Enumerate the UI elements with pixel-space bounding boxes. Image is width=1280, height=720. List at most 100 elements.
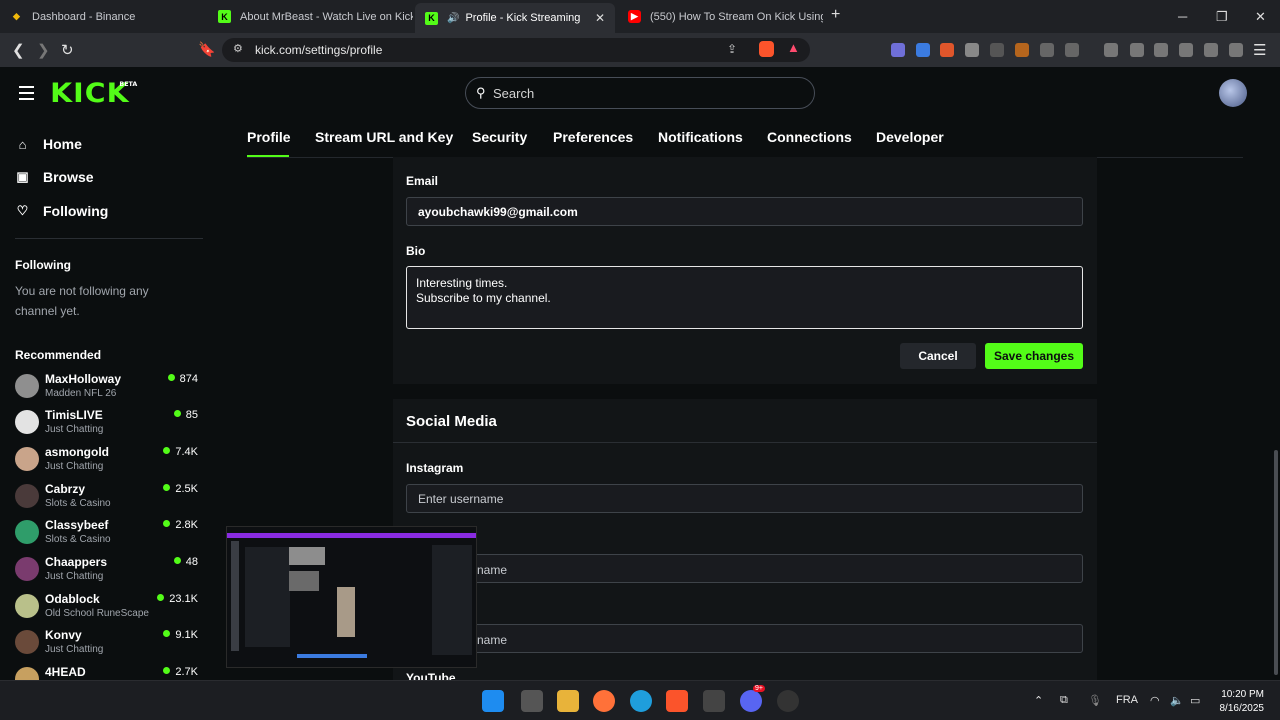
discord-icon[interactable]: 9+ — [740, 685, 765, 712]
extension-icon[interactable] — [940, 43, 954, 57]
viewer-count: 48 — [174, 556, 198, 568]
downloads-icon[interactable] — [1104, 43, 1118, 57]
save-changes-button[interactable]: Save changes — [985, 343, 1083, 369]
browser-tab-strip: ◆ Dashboard - Binance K About MrBeast - … — [0, 0, 1280, 33]
viewer-count: 85 — [174, 409, 198, 421]
cancel-button[interactable]: Cancel — [900, 343, 976, 369]
field-placeholder: name — [477, 633, 508, 647]
channel-name: Classybeef — [45, 518, 109, 532]
recommended-channel[interactable]: 4HEAD 2.7K — [15, 665, 203, 680]
tab-security[interactable]: Security — [472, 129, 527, 145]
microphone-icon[interactable]: 🎙 — [1088, 694, 1102, 707]
extensions-puzzle-icon[interactable] — [1040, 43, 1054, 57]
sidebar-icon[interactable] — [1154, 43, 1168, 57]
task-view-icon[interactable] — [521, 690, 543, 712]
channel-category: Just Chatting — [45, 644, 104, 655]
network-icon[interactable]: ⧉ — [1060, 694, 1068, 707]
extension-icon[interactable] — [1015, 43, 1029, 57]
tab-profile[interactable]: Profile — [247, 129, 291, 145]
volume-icon[interactable]: 🔈 — [1170, 694, 1184, 707]
recommended-channel[interactable]: Chaappers Just Chatting 48 — [15, 555, 203, 589]
menu-icon[interactable]: ☰ — [1253, 41, 1266, 59]
sidebar-item-following[interactable]: ♡ Following — [16, 203, 109, 219]
reload-icon[interactable]: ↻ — [61, 41, 74, 59]
channel-category: Old School RuneScape — [45, 608, 149, 619]
extension-icon[interactable] — [965, 43, 979, 57]
browser-toolbar: ❮ ❯ ↻ 🔖 ⚙ kick.com/settings/profile ⇪ ▲ … — [0, 33, 1280, 67]
site-settings-icon[interactable]: ⚙ — [233, 42, 243, 55]
channel-category: Just Chatting — [45, 461, 104, 472]
bio-textarea[interactable]: Interesting times. Subscribe to my chann… — [406, 266, 1083, 329]
search-input[interactable]: ⚲ Search — [465, 77, 815, 109]
channel-name: TimisLIVE — [45, 408, 103, 422]
address-bar[interactable]: ⚙ kick.com/settings/profile ⇪ ▲ — [222, 38, 810, 62]
following-heading: Following — [15, 258, 71, 272]
recommended-channel[interactable]: TimisLIVE Just Chatting 85 — [15, 408, 203, 442]
new-tab-icon[interactable]: + — [831, 6, 840, 24]
user-avatar[interactable] — [1219, 79, 1247, 107]
recommended-channel[interactable]: Konvy Just Chatting 9.1K — [15, 628, 203, 662]
hamburger-menu-icon[interactable] — [19, 86, 34, 104]
screenshot-icon[interactable] — [1065, 43, 1079, 57]
close-tab-icon[interactable]: ✕ — [595, 11, 605, 25]
wallet-icon[interactable] — [1179, 43, 1193, 57]
social-username-field[interactable]: name — [406, 624, 1083, 653]
extension-icon[interactable] — [990, 43, 1004, 57]
share-icon[interactable]: ⇪ — [727, 42, 737, 56]
browser-tab-youtube[interactable]: ▶ (550) How To Stream On Kick Using O — [618, 0, 823, 33]
scrollbar[interactable] — [1274, 450, 1278, 675]
restore-icon[interactable]: ❐ — [1216, 9, 1228, 25]
close-window-icon[interactable]: ✕ — [1255, 9, 1266, 25]
brave-icon[interactable] — [666, 690, 688, 712]
tab-developer[interactable]: Developer — [876, 129, 944, 145]
notification-badge: 9+ — [753, 685, 765, 692]
browser-tab-profile[interactable]: K 🔊 Profile - Kick Streaming ✕ — [415, 3, 615, 33]
recommended-channel[interactable]: Odablock Old School RuneScape 23.1K — [15, 592, 203, 626]
tray-chevron-icon[interactable]: ⌃ — [1034, 694, 1043, 707]
vpn-icon[interactable] — [1229, 43, 1243, 57]
clapperboard-icon[interactable] — [703, 690, 725, 712]
channel-avatar — [15, 374, 39, 398]
extension-icon[interactable] — [891, 43, 905, 57]
following-empty-text: You are not following any channel yet. — [15, 284, 149, 318]
recommended-channel[interactable]: Classybeef Slots & Casino 2.8K — [15, 518, 203, 552]
tab-preferences[interactable]: Preferences — [553, 129, 633, 145]
tab-connections[interactable]: Connections — [767, 129, 852, 145]
youtube-label: YouTube — [406, 671, 456, 680]
file-explorer-icon[interactable] — [557, 690, 579, 712]
recommended-channel[interactable]: Cabrzy Slots & Casino 2.5K — [15, 482, 203, 516]
sidebar-item-browse[interactable]: ▣ Browse — [16, 169, 93, 185]
windows-start-icon[interactable] — [482, 690, 504, 712]
sidebar-item-home[interactable]: ⌂ Home — [16, 136, 82, 152]
obs-icon[interactable] — [777, 690, 799, 712]
tab-stream-url-and-key[interactable]: Stream URL and Key — [315, 129, 453, 145]
forward-icon[interactable]: ❯ — [37, 41, 50, 59]
edge-icon[interactable] — [630, 690, 652, 712]
channel-avatar — [15, 630, 39, 654]
firefox-icon[interactable] — [593, 690, 615, 712]
instagram-username-field[interactable] — [406, 484, 1083, 513]
leo-ai-icon[interactable] — [1204, 43, 1218, 57]
extension-icon[interactable] — [916, 43, 930, 57]
minimize-icon[interactable]: ─ — [1178, 9, 1187, 24]
browser-tab-binance[interactable]: ◆ Dashboard - Binance — [0, 0, 205, 33]
brave-shields-icon[interactable] — [759, 41, 774, 57]
email-field[interactable] — [406, 197, 1083, 226]
pip-taskbar — [297, 654, 367, 658]
battery-icon[interactable]: ▭ — [1190, 694, 1200, 707]
language-indicator[interactable]: FRA — [1116, 694, 1138, 706]
tab-notifications[interactable]: Notifications — [658, 129, 743, 145]
back-icon[interactable]: ❮ — [12, 41, 25, 59]
picture-in-picture-video[interactable] — [226, 526, 477, 668]
brave-rewards-icon[interactable]: ▲ — [787, 40, 800, 55]
bookmark-icon[interactable]: 🔖 — [198, 41, 215, 58]
media-icon[interactable] — [1130, 43, 1144, 57]
recommended-channel[interactable]: MaxHolloway Madden NFL 26 874 — [15, 372, 203, 406]
browser-tab-mrbeast[interactable]: K About MrBeast - Watch Live on Kick — [208, 0, 413, 33]
browse-icon: ▣ — [16, 169, 29, 184]
recommended-channel[interactable]: asmongold Just Chatting 7.4K — [15, 445, 203, 479]
clock[interactable]: 10:20 PM 8/16/2025 — [1212, 688, 1265, 716]
wifi-icon[interactable]: ◠ — [1150, 694, 1160, 707]
social-username-field[interactable]: name — [406, 554, 1083, 583]
kick-logo[interactable]: KICK BETA — [50, 78, 137, 109]
